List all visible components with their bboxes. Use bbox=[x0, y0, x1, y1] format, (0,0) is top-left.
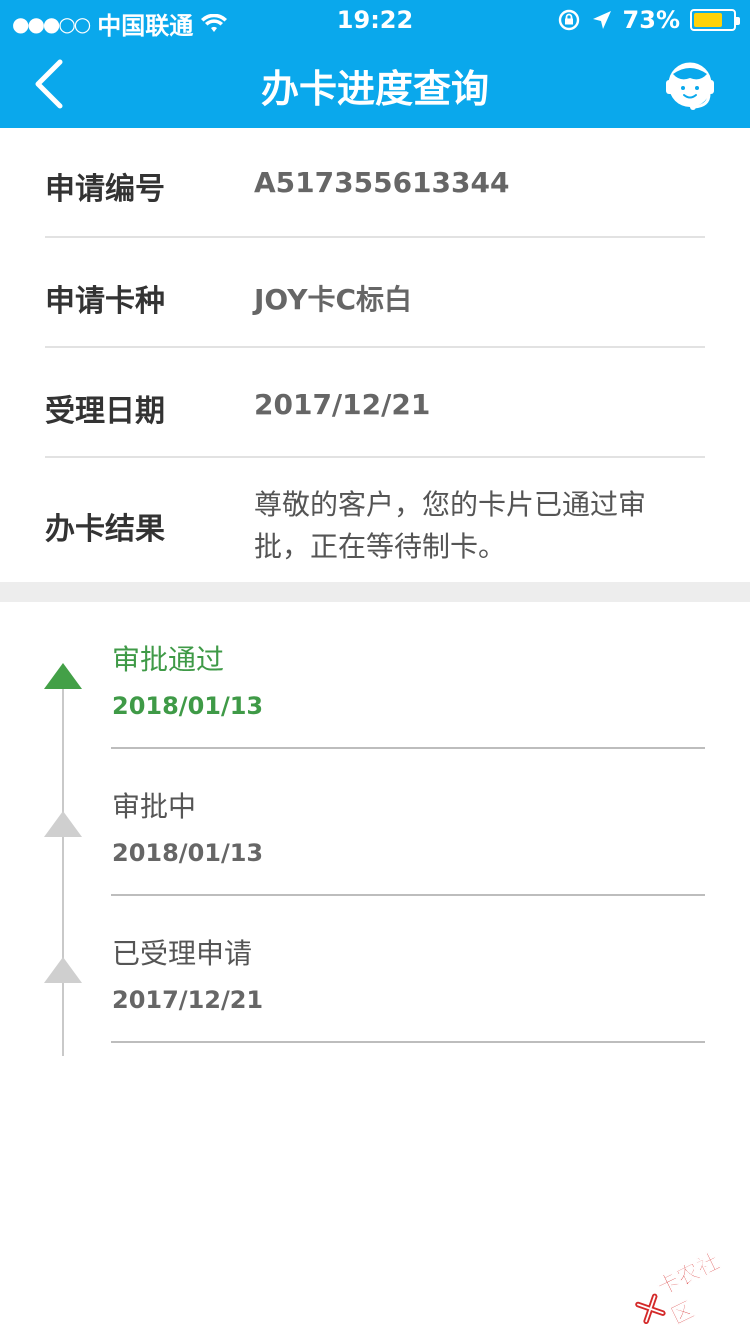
info-label: 受理日期 bbox=[45, 386, 165, 430]
location-arrow-icon bbox=[591, 9, 613, 31]
info-row-accept-date: 受理日期 2017/12/21 bbox=[45, 348, 705, 458]
step-title: 审批通过 bbox=[112, 638, 263, 678]
step-divider bbox=[111, 1041, 705, 1043]
info-label: 申请编号 bbox=[45, 164, 165, 208]
info-value: JOY卡C标白 bbox=[254, 278, 412, 318]
app-header: ●●●○○ 中国联通 19:22 73% bbox=[0, 0, 750, 128]
battery-cap bbox=[736, 17, 740, 25]
step-active-triangle-icon bbox=[44, 663, 82, 689]
step-divider bbox=[111, 747, 705, 749]
nav-bar: 办卡进度查询 bbox=[0, 40, 750, 128]
step-divider bbox=[111, 894, 705, 896]
section-divider bbox=[0, 582, 750, 602]
status-bar: ●●●○○ 中国联通 19:22 73% bbox=[0, 0, 750, 40]
step-date: 2018/01/13 bbox=[112, 839, 263, 867]
battery-level-fill bbox=[694, 13, 722, 27]
watermark: 卡农社区 bbox=[626, 1239, 750, 1341]
page-title: 办卡进度查询 bbox=[0, 58, 750, 113]
step-done-triangle-icon bbox=[44, 811, 82, 837]
info-value: 尊敬的客户，您的卡片已通过审批，正在等待制卡。 bbox=[254, 484, 674, 568]
step-text: 审批通过 2018/01/13 bbox=[112, 638, 263, 720]
info-value: 2017/12/21 bbox=[254, 388, 430, 421]
info-row-card-type: 申请卡种 JOY卡C标白 bbox=[45, 238, 705, 348]
step-date: 2018/01/13 bbox=[112, 692, 263, 720]
customer-service-button[interactable] bbox=[660, 56, 720, 116]
application-info: 申请编号 A517355613344 申请卡种 JOY卡C标白 受理日期 201… bbox=[0, 128, 750, 580]
step-date: 2017/12/21 bbox=[112, 986, 263, 1014]
info-label: 办卡结果 bbox=[45, 504, 165, 548]
info-value: A517355613344 bbox=[254, 166, 509, 199]
timeline-line bbox=[62, 686, 64, 1056]
info-row-result: 办卡结果 尊敬的客户，您的卡片已通过审批，正在等待制卡。 bbox=[45, 458, 705, 580]
customer-service-icon bbox=[666, 65, 714, 110]
step-title: 审批中 bbox=[112, 785, 263, 825]
step-text: 已受理申请 2017/12/21 bbox=[112, 932, 263, 1014]
step-title: 已受理申请 bbox=[112, 932, 263, 972]
rotation-lock-icon bbox=[557, 8, 581, 32]
status-right: 73% bbox=[557, 6, 736, 34]
info-label: 申请卡种 bbox=[45, 276, 165, 320]
battery-percent: 73% bbox=[623, 6, 680, 34]
step-text: 审批中 2018/01/13 bbox=[112, 785, 263, 867]
battery-icon bbox=[690, 9, 736, 31]
info-row-application-number: 申请编号 A517355613344 bbox=[45, 128, 705, 238]
step-done-triangle-icon bbox=[44, 957, 82, 983]
watermark-text: 卡农社区 bbox=[651, 1237, 750, 1330]
